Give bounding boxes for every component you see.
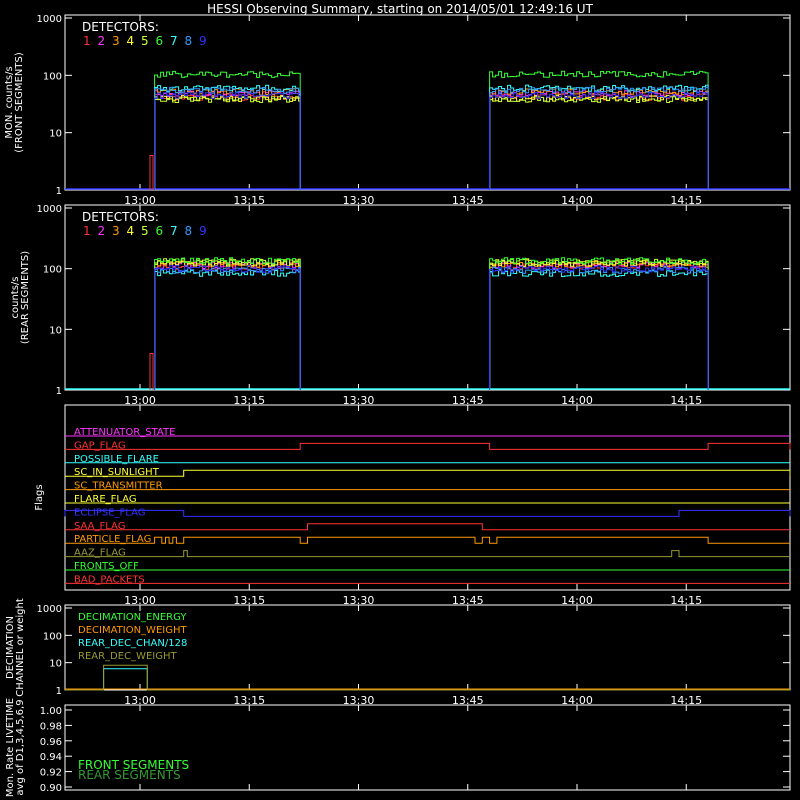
- series-line-1: [154, 262, 709, 390]
- y-tick-label: 100: [43, 631, 62, 642]
- series-line-8: [154, 266, 709, 390]
- series-line-9: [154, 265, 709, 390]
- legend-label-3: 3: [112, 224, 120, 238]
- legend-label-2: 2: [98, 34, 106, 48]
- spike-mark: [149, 155, 154, 190]
- y-axis-label: (FRONT SEGMENTS): [14, 52, 25, 153]
- y-tick-label: 10: [49, 659, 62, 670]
- legend-label-2: 2: [98, 224, 106, 238]
- series-line-1: [154, 93, 709, 190]
- legend-label-8: 8: [185, 34, 193, 48]
- y-axis-label: (REAR SEGMENTS): [20, 251, 31, 344]
- series-line-rear-dec-weight: [65, 664, 790, 691]
- y-tick-label: 1: [56, 686, 62, 697]
- legend-label-5: 5: [141, 34, 149, 48]
- y-tick-label: 1000: [37, 604, 62, 615]
- flag-label-eclipse-flag: ECLIPSE_FLAG: [74, 507, 145, 518]
- legend-label-9: 9: [199, 34, 207, 48]
- y-tick-label: 1.00: [40, 706, 62, 717]
- flag-line-eclipse-flag: [64, 509, 791, 517]
- legend-label-6: 6: [156, 224, 164, 238]
- series-line-3: [154, 260, 709, 390]
- y-tick-label: 100: [43, 265, 62, 276]
- series-line-7: [154, 269, 709, 390]
- flag-line-particle-flag: [65, 536, 790, 544]
- series-line-8: [154, 86, 709, 190]
- y-axis-label: Flags: [34, 484, 45, 510]
- series-line-6: [154, 257, 709, 390]
- y-tick-label: 1000: [37, 204, 62, 215]
- legend-label-rear-dec-weight: REAR_DEC_WEIGHT: [78, 651, 177, 662]
- y-tick-label: 1000: [37, 14, 62, 25]
- legend-label-1: 1: [83, 224, 91, 238]
- series-line-2: [154, 90, 709, 190]
- legend-title: DETECTORS:: [82, 210, 159, 224]
- flag-line-aaz-flag: [65, 550, 790, 558]
- legend-label-7: 7: [170, 34, 178, 48]
- series-line-4: [154, 259, 709, 390]
- series-line-rear-dec-chan-128: [65, 668, 790, 691]
- y-tick-label: 10: [49, 325, 62, 336]
- spike-mark: [149, 353, 154, 390]
- series-line-9: [154, 91, 709, 190]
- legend-label-4: 4: [127, 224, 135, 238]
- y-tick-label: 0.98: [40, 721, 62, 732]
- legend-label-1: 1: [83, 34, 91, 48]
- series-line-2: [154, 261, 709, 390]
- y-tick-label: 10: [49, 129, 62, 140]
- y-tick-label: 0.90: [40, 783, 62, 794]
- legend-label-9: 9: [199, 224, 207, 238]
- y-tick-label: 0.96: [40, 737, 62, 748]
- flag-line-gap-flag: [65, 442, 791, 450]
- flag-line-saa-flag: [65, 523, 790, 531]
- y-tick-label: 0.92: [40, 768, 62, 779]
- legend-label-decimation-weight: DECIMATION_WEIGHT: [78, 625, 187, 636]
- legend-label-rear-segments: REAR SEGMENTS: [78, 768, 181, 782]
- y-tick-label: 1: [56, 186, 62, 197]
- legend-label-7: 7: [170, 224, 178, 238]
- y-tick-label: 1: [56, 386, 62, 397]
- series-line-5: [154, 96, 709, 190]
- legend-label-5: 5: [141, 224, 149, 238]
- legend-label-rear-dec-chan-128: REAR_DEC_CHAN/128: [78, 638, 187, 649]
- y-tick-label: 0.94: [40, 752, 62, 763]
- series-line-5: [154, 258, 709, 390]
- legend-label-3: 3: [112, 34, 120, 48]
- legend-title: DETECTORS:: [82, 20, 159, 34]
- flag-line-sc-in-sunlight: [65, 469, 791, 477]
- series-line-4: [154, 94, 709, 190]
- y-axis-label: avg of D1,3,4,5,6,9: [15, 699, 26, 795]
- legend-label-6: 6: [156, 34, 164, 48]
- legend-label-4: 4: [127, 34, 135, 48]
- legend-label-8: 8: [185, 224, 193, 238]
- legend-label-decimation-energy: DECIMATION_ENERGY: [78, 612, 187, 623]
- y-tick-label: 100: [43, 71, 62, 82]
- y-axis-label: CHANNEL or weight: [15, 598, 26, 697]
- hessi-summary-chart: HESSI Observing Summary, starting on 201…: [4, 2, 791, 797]
- chart-title: HESSI Observing Summary, starting on 201…: [207, 2, 593, 16]
- series-line-3: [154, 88, 709, 190]
